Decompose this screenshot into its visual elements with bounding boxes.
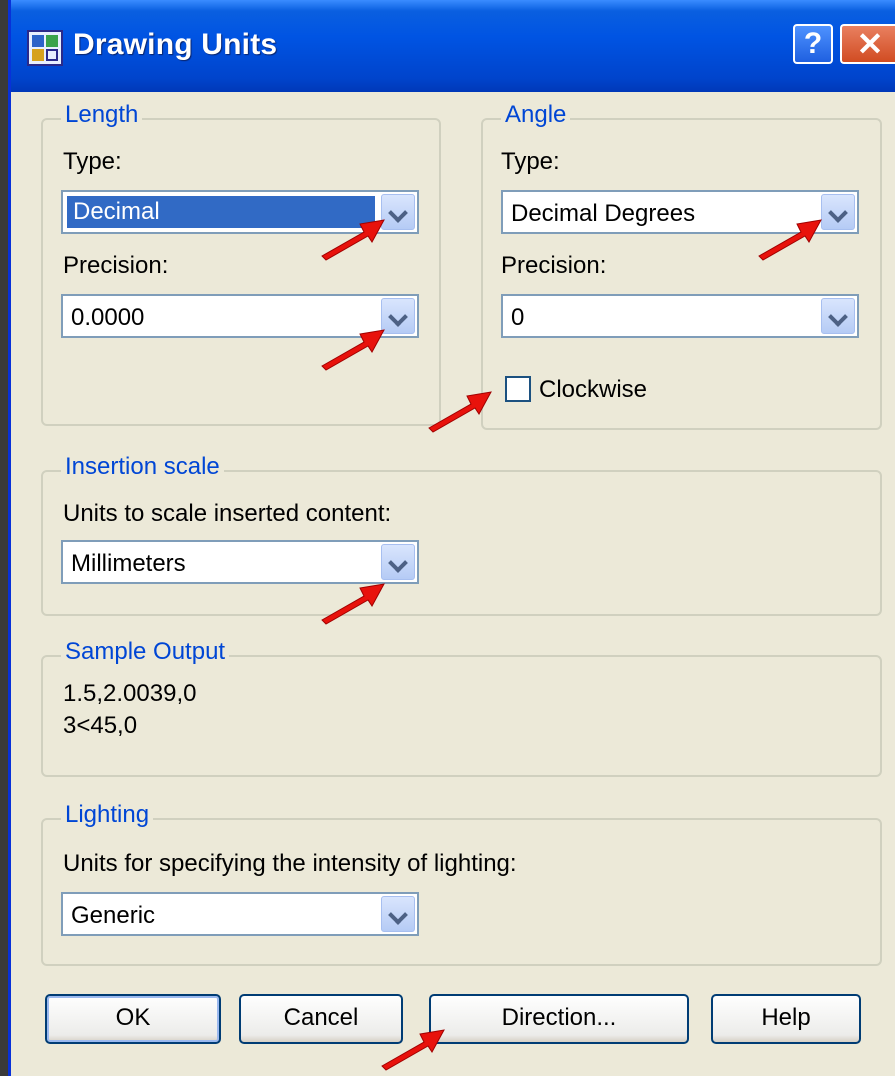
angle-precision-value: 0: [511, 304, 525, 331]
lighting-legend: Lighting: [61, 801, 154, 829]
window-title: Drawing Units: [73, 28, 278, 61]
lighting-select[interactable]: Generic: [61, 892, 419, 936]
chevron-down-icon[interactable]: [381, 544, 415, 580]
help-icon-button[interactable]: ?: [793, 24, 833, 64]
angle-type-value: Decimal Degrees: [511, 200, 696, 227]
insertion-scale-value: Millimeters: [71, 550, 186, 577]
length-type-value: Decimal: [67, 196, 375, 228]
autocad-units-icon: [27, 30, 63, 66]
sample-output-group: Sample Output: [41, 638, 882, 777]
title-bar[interactable]: Drawing Units ? ✕: [11, 0, 895, 92]
length-legend: Length: [61, 101, 143, 129]
length-precision-value: 0.0000: [71, 304, 145, 331]
chevron-down-icon[interactable]: [381, 298, 415, 334]
cancel-button[interactable]: Cancel: [239, 994, 403, 1044]
ok-button[interactable]: OK: [45, 994, 221, 1044]
angle-type-label: Type:: [501, 148, 560, 175]
length-type-label: Type:: [63, 148, 122, 175]
chevron-down-icon[interactable]: [821, 298, 855, 334]
sample-output-line-1: 1.5,2.0039,0: [63, 680, 197, 707]
help-button[interactable]: Help: [711, 994, 861, 1044]
insertion-scale-select[interactable]: Millimeters: [61, 540, 419, 584]
lighting-label: Units for specifying the intensity of li…: [63, 850, 517, 877]
chevron-down-icon[interactable]: [381, 194, 415, 230]
drawing-units-dialog: Drawing Units ? ✕ Length Type: Decimal P…: [8, 0, 895, 1076]
chevron-down-icon[interactable]: [821, 194, 855, 230]
sample-output-line-2: 3<45,0: [63, 712, 138, 739]
angle-precision-label: Precision:: [501, 252, 607, 279]
direction-button[interactable]: Direction...: [429, 994, 689, 1044]
length-precision-select[interactable]: 0.0000: [61, 294, 419, 338]
angle-type-select[interactable]: Decimal Degrees: [501, 190, 859, 234]
insertion-scale-label: Units to scale inserted content:: [63, 500, 392, 527]
sample-output-legend: Sample Output: [61, 638, 230, 666]
chevron-down-icon[interactable]: [381, 896, 415, 932]
clockwise-checkbox[interactable]: [505, 376, 531, 402]
length-type-select[interactable]: Decimal: [61, 190, 419, 234]
angle-precision-select[interactable]: 0: [501, 294, 859, 338]
angle-legend: Angle: [501, 101, 571, 129]
insertion-scale-legend: Insertion scale: [61, 453, 224, 481]
close-icon-button[interactable]: ✕: [840, 24, 895, 64]
length-precision-label: Precision:: [63, 252, 169, 279]
lighting-value: Generic: [71, 902, 156, 929]
clockwise-label[interactable]: Clockwise: [539, 376, 647, 404]
